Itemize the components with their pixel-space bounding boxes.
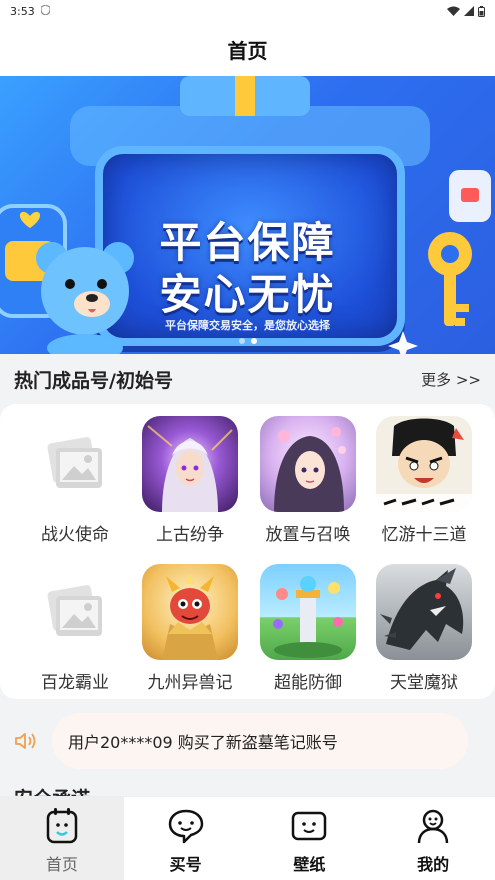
profile-icon	[417, 809, 449, 844]
game-name: 上古纷争	[156, 525, 224, 545]
image-placeholder-icon	[27, 564, 123, 660]
game-icon-super-defense	[260, 564, 356, 660]
purchase-notice: 用户20****09 购买了新盗墓笔记账号	[0, 713, 495, 769]
page-header: 首页	[0, 22, 495, 76]
sparkle-icon	[388, 331, 418, 354]
bottom-tab-bar: 首页 买号 壁纸 我的	[0, 796, 495, 880]
shield-icon	[40, 3, 51, 18]
home-icon	[46, 808, 78, 844]
game-icon-idle-summon	[260, 416, 356, 512]
game-item[interactable]: 天堂魔狱	[365, 564, 483, 693]
game-name: 百龙霸业	[41, 673, 109, 693]
wifi-icon	[447, 6, 460, 16]
game-name: 天堂魔狱	[390, 673, 458, 693]
tab-home[interactable]: 首页	[0, 797, 124, 880]
hot-section-title: 热门成品号/初始号	[14, 369, 173, 392]
tab-profile[interactable]: 我的	[371, 797, 495, 880]
speaker-icon	[14, 731, 38, 755]
page-title: 首页	[227, 38, 268, 63]
status-time: 3:53	[10, 4, 35, 18]
game-item[interactable]: 战火使命	[16, 416, 134, 545]
signal-icon	[464, 6, 474, 16]
game-icon-ancient-strife	[142, 416, 238, 512]
game-icon-thirteen-paths	[376, 416, 472, 512]
promo-banner[interactable]: 平台保障 安心无忧 平台保障交易安全，是您放心选择	[0, 76, 495, 354]
banner-subtitle: 平台保障交易安全，是您放心选择	[165, 319, 330, 332]
battery-icon	[478, 5, 485, 17]
game-icon-heaven-hell	[376, 564, 472, 660]
banner-title-line2: 安心无忧	[159, 270, 336, 319]
game-item[interactable]: 超能防御	[249, 564, 367, 693]
game-name: 九州异兽记	[147, 673, 233, 693]
game-item[interactable]: 忆游十三道	[365, 416, 483, 545]
gift-box-icon	[180, 76, 310, 116]
game-name: 忆游十三道	[381, 525, 467, 545]
game-item[interactable]: 九州异兽记	[131, 564, 249, 693]
hot-section-header: 热门成品号/初始号 更多 >>	[0, 354, 495, 404]
chat-icon	[168, 809, 203, 844]
tab-label: 我的	[417, 855, 450, 874]
game-name: 战火使命	[41, 525, 109, 545]
tab-label: 买号	[169, 855, 202, 874]
status-bar: 3:53	[0, 0, 495, 22]
tab-label: 壁纸	[293, 855, 326, 874]
games-grid: 战火使命 上古纷争 放置与召唤 忆游十三道 百龙霸业 九州异兽记 超能防御 天堂…	[0, 404, 495, 699]
more-link[interactable]: 更多 >>	[421, 369, 481, 390]
notice-marquee[interactable]: 用户20****09 购买了新盗墓笔记账号	[52, 713, 468, 769]
notice-text: 用户20****09 购买了新盗墓笔记账号	[68, 733, 338, 752]
game-item[interactable]: 放置与召唤	[249, 416, 367, 545]
game-name: 放置与召唤	[265, 525, 351, 545]
game-item[interactable]: 上古纷争	[131, 416, 249, 545]
game-item[interactable]: 百龙霸业	[16, 564, 134, 693]
wallpaper-icon	[292, 811, 327, 841]
image-placeholder-icon	[27, 416, 123, 512]
tab-label: 首页	[45, 855, 78, 874]
tab-wallpaper[interactable]: 壁纸	[248, 797, 372, 880]
game-name: 超能防御	[274, 673, 342, 693]
game-icon-kyushu-beasts	[142, 564, 238, 660]
tab-buy-account[interactable]: 买号	[124, 797, 248, 880]
